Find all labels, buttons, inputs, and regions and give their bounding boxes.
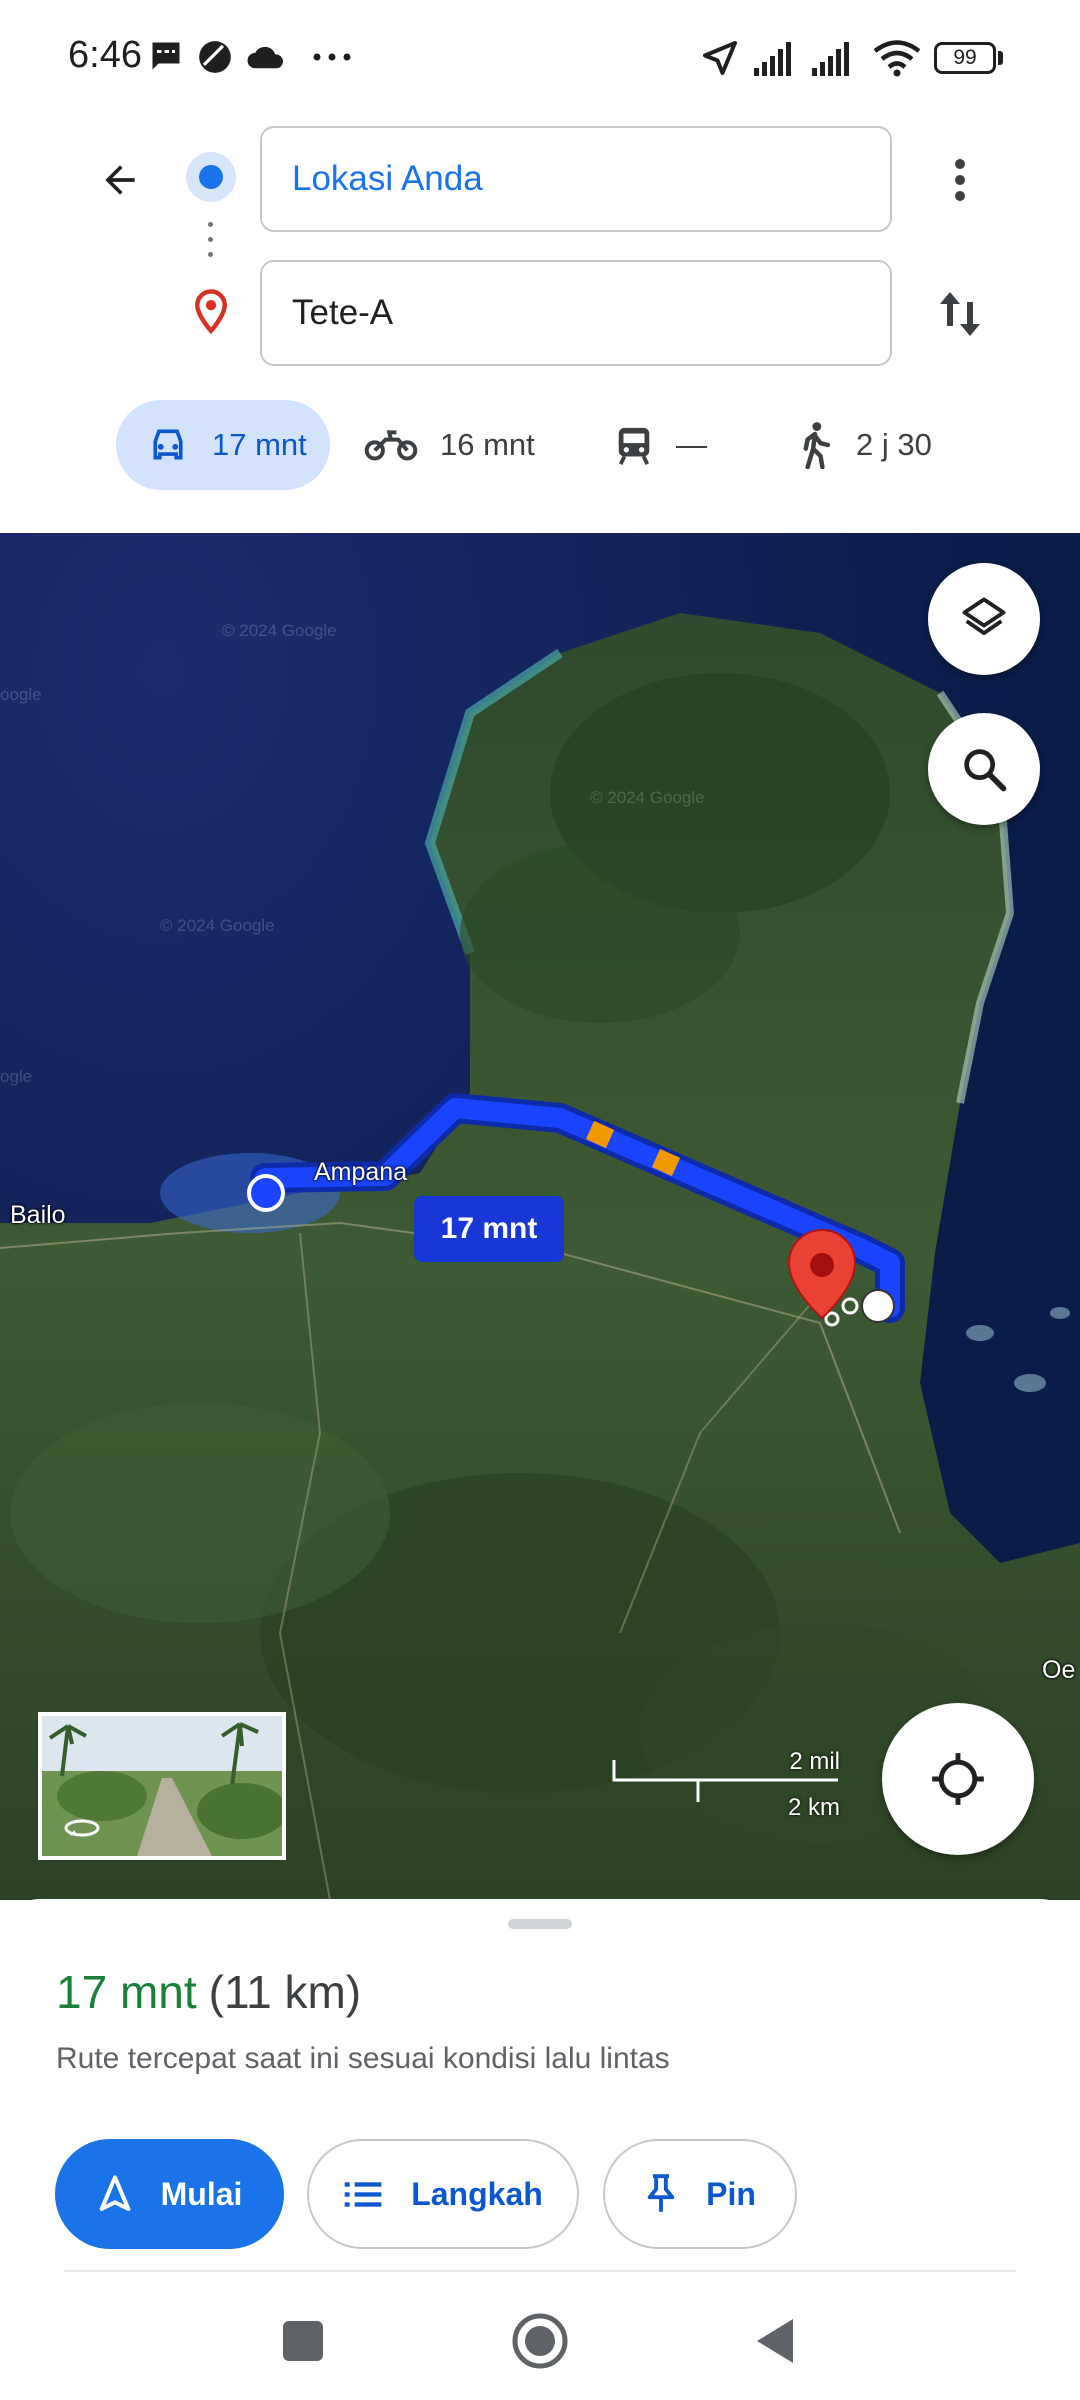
no-disturb-icon bbox=[199, 41, 231, 73]
scale-miles: 2 mil bbox=[789, 1748, 840, 1775]
navigation-icon bbox=[99, 2175, 130, 2211]
map-scale: 2 mil 2 km bbox=[612, 1748, 842, 1821]
layers-icon bbox=[962, 597, 1006, 636]
battery-tip bbox=[998, 51, 1003, 65]
car-icon bbox=[153, 429, 183, 460]
system-nav-bar bbox=[0, 2270, 1080, 2400]
walk-icon bbox=[803, 422, 831, 469]
recents-button[interactable] bbox=[268, 2306, 338, 2376]
route-duration-badge[interactable]: 17 mnt bbox=[414, 1196, 564, 1262]
route-connector bbox=[208, 222, 214, 270]
message-icon bbox=[152, 42, 180, 70]
back-button[interactable] bbox=[88, 148, 152, 212]
swap-button[interactable] bbox=[930, 282, 990, 346]
map-watermark: ogle bbox=[0, 1067, 32, 1086]
more-dots-icon bbox=[313, 53, 351, 61]
mode-motorcycle[interactable]: 16 mnt bbox=[364, 400, 535, 490]
back-nav-button[interactable] bbox=[740, 2306, 810, 2376]
start-label: Mulai bbox=[160, 2175, 243, 2212]
destination-text: Tete-A bbox=[292, 293, 394, 332]
map-watermark: © 2024 Google bbox=[590, 788, 705, 807]
route-distance: (11 km) bbox=[208, 1966, 362, 2018]
swap-vert-icon bbox=[940, 292, 980, 336]
layers-button[interactable] bbox=[928, 563, 1040, 675]
map-view[interactable]: © 2024 Google © 2024 Google © 2024 Googl… bbox=[0, 533, 1080, 1900]
origin-marker bbox=[247, 1174, 285, 1212]
map-label-ampana: Ampana bbox=[314, 1158, 408, 1186]
pushpin-icon bbox=[647, 2174, 675, 2212]
steps-button[interactable]: Langkah bbox=[307, 2139, 579, 2249]
search-along-route-button[interactable] bbox=[928, 713, 1040, 825]
motorcycle-icon bbox=[364, 430, 418, 461]
traffic-segment bbox=[585, 1120, 615, 1149]
rotate-360-icon bbox=[64, 1819, 100, 1837]
route-summary: 17 mnt (11 km) bbox=[56, 1965, 361, 2019]
street-view-thumbnail[interactable] bbox=[38, 1712, 286, 1860]
mode-transit[interactable]: — bbox=[614, 400, 707, 490]
origin-text: Lokasi Anda bbox=[292, 159, 483, 198]
mode-car[interactable]: 17 mnt bbox=[116, 400, 330, 490]
scale-km: 2 km bbox=[787, 1794, 840, 1821]
drag-handle[interactable] bbox=[508, 1919, 572, 1929]
travel-modes: 17 mnt 16 mnt — 2 j 30 bbox=[0, 400, 1080, 490]
mode-motorcycle-label: 16 mnt bbox=[440, 427, 535, 462]
map-label-oe: Oe bbox=[1042, 1656, 1076, 1684]
arrow-back-icon bbox=[105, 165, 135, 195]
destination-pin-icon bbox=[195, 289, 227, 335]
mode-transit-label: — bbox=[676, 427, 707, 462]
mode-walk-label: 2 j 30 bbox=[856, 427, 932, 462]
list-icon bbox=[344, 2182, 382, 2207]
wifi-icon bbox=[873, 40, 921, 77]
signal-icon bbox=[754, 42, 791, 76]
pin-label: Pin bbox=[706, 2175, 756, 2212]
destination-dot bbox=[861, 1289, 895, 1323]
my-location-button[interactable] bbox=[882, 1703, 1034, 1855]
map-watermark: © 2024 Google bbox=[222, 621, 337, 640]
mode-car-label: 17 mnt bbox=[212, 427, 307, 462]
status-time: 6:46 bbox=[68, 34, 142, 76]
map-watermark: © 2024 Google bbox=[160, 916, 275, 935]
more-vert-icon bbox=[955, 159, 965, 201]
pin-button[interactable]: Pin bbox=[603, 2139, 797, 2249]
home-icon bbox=[512, 2313, 568, 2369]
battery-icon: 99 bbox=[934, 42, 996, 74]
start-button[interactable]: Mulai bbox=[55, 2139, 284, 2249]
location-arrow-icon bbox=[703, 41, 737, 75]
map-label-bailo: Bailo bbox=[10, 1201, 66, 1229]
steps-label: Langkah bbox=[411, 2175, 543, 2212]
route-duration: 17 mnt bbox=[56, 1966, 197, 2018]
route-note: Rute tercepat saat ini sesuai kondisi la… bbox=[56, 2042, 670, 2075]
traffic-segment bbox=[651, 1148, 681, 1177]
battery-level: 99 bbox=[953, 46, 977, 69]
search-icon bbox=[964, 749, 1007, 792]
map-watermark: oogle bbox=[0, 685, 42, 704]
train-icon bbox=[618, 427, 650, 465]
home-button[interactable] bbox=[505, 2306, 575, 2376]
signal-icon bbox=[812, 42, 849, 76]
back-triangle-icon bbox=[757, 2319, 793, 2363]
status-bar: 6:46 99 bbox=[0, 0, 1080, 110]
my-location-icon bbox=[932, 1753, 984, 1805]
more-options-button[interactable] bbox=[940, 148, 980, 212]
origin-field[interactable]: Lokasi Anda bbox=[260, 126, 892, 232]
cloud-icon bbox=[247, 46, 283, 69]
destination-field[interactable]: Tete-A bbox=[260, 260, 892, 366]
mode-walk[interactable]: 2 j 30 bbox=[796, 400, 932, 490]
recents-icon bbox=[283, 2321, 323, 2361]
origin-dot-icon bbox=[186, 152, 236, 202]
